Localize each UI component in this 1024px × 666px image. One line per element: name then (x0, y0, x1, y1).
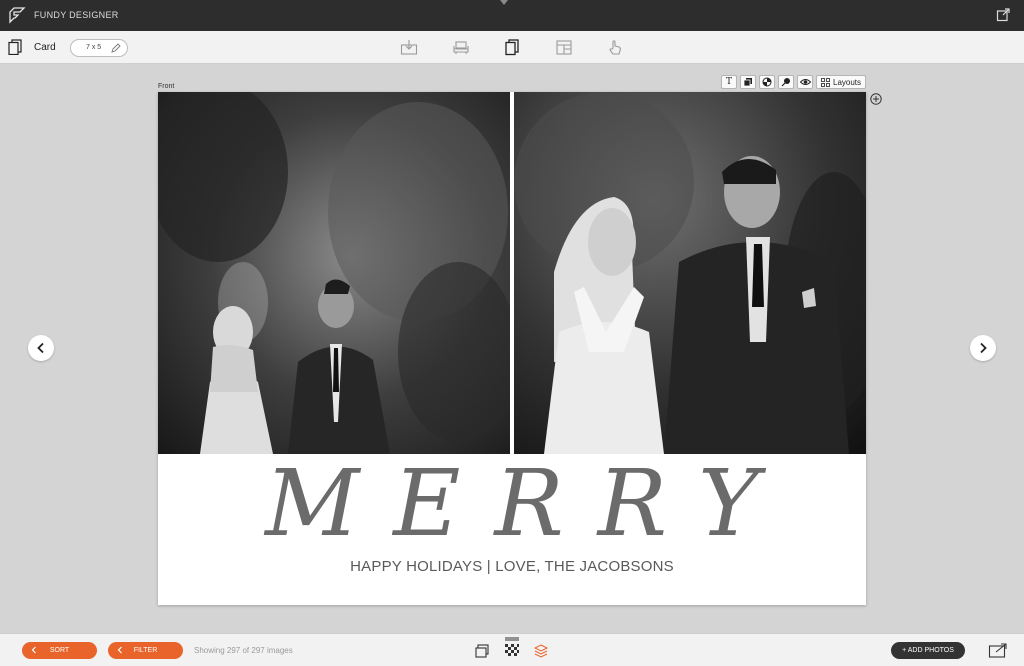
layers-icon (743, 78, 752, 87)
chevron-right-icon (980, 342, 987, 354)
card-subline[interactable]: HAPPY HOLIDAYS | LOVE, THE JACOBSONS (158, 558, 866, 575)
grid-icon (821, 77, 830, 87)
size-label: 7 x 5 (86, 44, 102, 51)
layout-icon[interactable] (555, 39, 573, 56)
zoom-in-icon[interactable] (870, 93, 882, 105)
card-view-icon[interactable] (503, 39, 521, 56)
chevron-left-icon (37, 342, 44, 354)
add-photos-button[interactable]: + ADD PHOTOS (891, 642, 965, 659)
window-notch (500, 0, 508, 5)
sort-button[interactable]: SORT (22, 642, 97, 659)
couple-walking-photo (158, 92, 510, 454)
title-bar: FUNDY DESIGNER (0, 0, 1024, 31)
photo-frame-left[interactable] (158, 92, 510, 454)
eye-icon (799, 79, 811, 85)
export-icon[interactable] (988, 642, 1008, 659)
page-label: Front (158, 83, 175, 90)
external-window-icon[interactable] (996, 8, 1010, 22)
color-button[interactable] (759, 75, 775, 89)
stack-view-icon[interactable] (474, 643, 490, 659)
bottom-bar: SORT FILTER Showing 297 of 297 images + … (0, 633, 1024, 666)
text-tool-glyph: T (725, 77, 732, 87)
filter-button[interactable]: FILTER (108, 642, 183, 659)
size-selector[interactable]: 7 x 5 (70, 39, 128, 57)
product-label: Card (34, 42, 56, 53)
card-product-icon[interactable] (8, 39, 22, 55)
app-title: FUNDY DESIGNER (34, 10, 119, 20)
color-palette-icon (762, 77, 772, 87)
filter-label: FILTER (133, 647, 158, 654)
layers-stack-icon[interactable] (533, 643, 549, 659)
pin-button[interactable] (778, 75, 794, 89)
couch-icon[interactable] (452, 39, 470, 56)
couple-portrait-photo (514, 92, 866, 454)
pencil-icon (111, 43, 121, 53)
card-headline[interactable]: MERRY (158, 458, 866, 550)
layouts-button[interactable]: Layouts (816, 75, 867, 89)
top-toolbar: Card 7 x 5 (0, 31, 1024, 64)
pin-icon (781, 78, 790, 87)
previous-page-button[interactable] (28, 335, 54, 361)
image-count-text: Showing 297 of 297 images (194, 646, 293, 655)
hand-pointer-icon[interactable] (606, 39, 624, 56)
import-icon[interactable] (400, 39, 418, 56)
photo-frame-right[interactable] (514, 92, 866, 454)
grid-view-icon[interactable] (503, 636, 521, 660)
preview-button[interactable] (797, 75, 813, 89)
layouts-label: Layouts (833, 77, 862, 87)
text-tool-button[interactable]: T (721, 75, 737, 89)
layers-button[interactable] (740, 75, 756, 89)
sort-label: SORT (49, 647, 70, 654)
card-mini-toolbar: T Layouts (721, 75, 867, 89)
card-canvas[interactable]: MERRY HAPPY HOLIDAYS | LOVE, THE JACOBSO… (158, 92, 866, 605)
fundy-logo-icon (9, 7, 26, 24)
next-page-button[interactable] (970, 335, 996, 361)
